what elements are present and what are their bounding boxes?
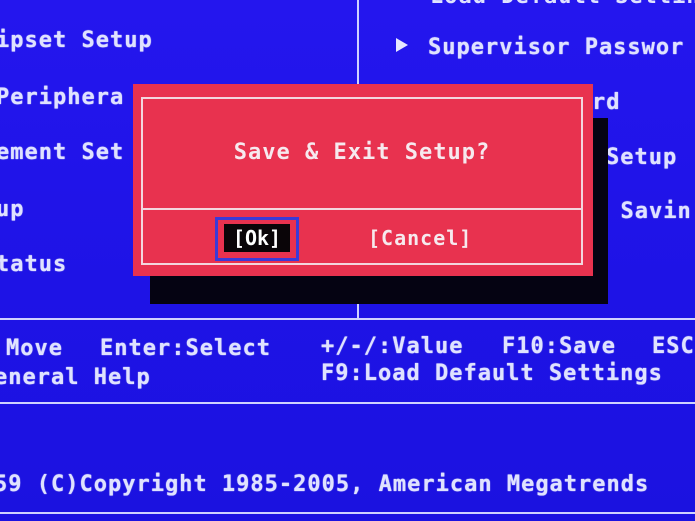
menu-item-exit-setup[interactable]: Setup: [606, 145, 677, 170]
help-esc: ESC: [652, 334, 695, 359]
menu-item-setup[interactable]: up: [0, 197, 25, 222]
ok-button[interactable]: [Ok]: [224, 224, 290, 252]
help-bottom-divider: [0, 402, 695, 404]
bios-screen: ipset Setup Periphera ement Set up tatus…: [0, 0, 695, 521]
menu-bottom-divider: [0, 318, 695, 320]
menu-item-management-setup[interactable]: ement Set: [0, 140, 124, 165]
footer-bottom-divider: [0, 512, 695, 514]
menu-item-status[interactable]: tatus: [0, 252, 67, 277]
help-move: Move: [6, 336, 63, 361]
cancel-button[interactable]: [Cancel]: [368, 224, 472, 252]
submenu-arrow-icon: [396, 38, 408, 52]
help-enter-select: Enter:Select: [100, 336, 271, 361]
dialog-title: Save & Exit Setup?: [233, 140, 491, 165]
help-f9-load-defaults: F9:Load Default Settings: [321, 361, 663, 386]
help-general-help: eneral Help: [0, 365, 151, 390]
menu-item-load-defaults-partial[interactable]: Load Default Settings: [430, 0, 695, 9]
copyright-text: 59 (C)Copyright 1985-2005, American Mega…: [0, 472, 650, 497]
help-f10-save: F10:Save: [502, 334, 616, 359]
menu-item-user-password[interactable]: rd: [592, 90, 621, 115]
menu-item-chipset-setup[interactable]: ipset Setup: [0, 28, 153, 53]
dialog-divider: [141, 208, 583, 210]
menu-item-supervisor-password[interactable]: Supervisor Passwor: [428, 35, 684, 60]
help-value: +/-/:Value: [321, 334, 464, 359]
menu-item-peripherals[interactable]: Periphera: [0, 85, 124, 110]
dialog-frame: [141, 97, 583, 265]
